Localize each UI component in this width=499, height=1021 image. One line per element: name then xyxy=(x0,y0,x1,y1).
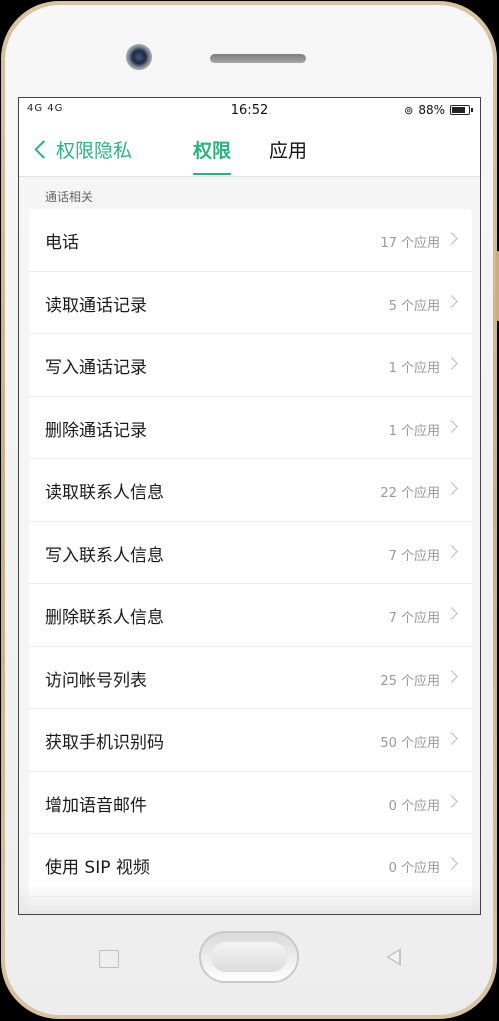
permission-name: 电话 xyxy=(45,233,79,253)
permission-row[interactable]: 删除通话记录 1 个应用 xyxy=(29,397,472,459)
tab-permissions[interactable]: 权限 xyxy=(193,136,232,175)
permission-name: 删除联系人信息 xyxy=(45,608,164,628)
chevron-right-icon xyxy=(445,794,458,808)
permission-name: 获取手机识别码 xyxy=(45,733,164,753)
app-count: 22 个应用 xyxy=(380,486,440,501)
back-button[interactable]: 权限隐私 xyxy=(33,136,132,163)
permission-name: 写入通话记录 xyxy=(45,358,147,378)
permission-row[interactable]: 写入通话记录 1 个应用 xyxy=(29,334,472,397)
permission-row[interactable]: 访问帐号列表 25 个应用 xyxy=(29,647,472,709)
home-button-face xyxy=(211,942,287,972)
battery-fill xyxy=(452,107,466,113)
app-count: 1 个应用 xyxy=(388,361,440,376)
chevron-right-icon xyxy=(445,669,458,683)
tab-label: 权限 xyxy=(193,140,232,162)
permission-name: 增加语音邮件 xyxy=(45,795,147,816)
app-count: 17 个应用 xyxy=(380,236,440,251)
status-bar: 4G 4G 16:52 ⊚ 88% xyxy=(19,98,480,124)
permission-row[interactable]: 电话 17 个应用 xyxy=(29,209,472,272)
app-count: 7 个应用 xyxy=(388,548,440,564)
permission-name: 读取联系人信息 xyxy=(45,483,164,503)
chevron-right-icon xyxy=(445,482,458,495)
app-count: 1 个应用 xyxy=(388,423,440,439)
permission-name: 使用 SIP 视频 xyxy=(45,858,150,878)
chevron-right-icon xyxy=(445,732,458,745)
permission-row[interactable]: 读取通话记录 5 个应用 xyxy=(29,272,472,334)
permission-row[interactable]: 增加语音邮件 0 个应用 xyxy=(29,772,472,834)
chevron-right-icon xyxy=(445,857,458,870)
back-nav-icon-inner xyxy=(389,951,399,963)
home-button[interactable] xyxy=(199,931,299,983)
screen: 4G 4G 16:52 ⊚ 88% 权限隐私 权限 应用 通话相关 电话 17 个… xyxy=(18,97,481,915)
permission-name: 写入联系人信息 xyxy=(45,545,164,566)
permission-row[interactable]: 写入联系人信息 7 个应用 xyxy=(29,522,472,584)
active-tab-indicator xyxy=(193,173,232,175)
rotation-lock-icon: ⊚ xyxy=(404,103,414,117)
front-camera xyxy=(126,44,152,70)
chevron-right-icon xyxy=(445,232,458,245)
recent-apps-button[interactable] xyxy=(99,950,119,968)
permission-row[interactable]: 获取手机识别码 50 个应用 xyxy=(29,709,472,772)
chevron-right-icon xyxy=(445,419,458,433)
permission-list: 电话 17 个应用 读取通话记录 5 个应用 写入通话记录 1 个应用 删除通话记录 1 个应… xyxy=(29,209,472,914)
app-count: 5 个应用 xyxy=(388,298,440,314)
chevron-right-icon xyxy=(445,607,458,620)
section-header: 通话相关 xyxy=(45,190,94,204)
battery-icon xyxy=(450,105,473,115)
battery-percent: 88% xyxy=(418,103,445,117)
earpiece-speaker xyxy=(210,54,306,63)
app-count: 50 个应用 xyxy=(380,736,440,751)
permission-row[interactable]: 删除联系人信息 7 个应用 xyxy=(29,584,472,647)
tab-apps[interactable]: 应用 xyxy=(269,136,307,163)
tab-label: 应用 xyxy=(269,140,308,162)
permission-name: 访问帐号列表 xyxy=(45,670,147,691)
scroll-fade xyxy=(19,884,480,914)
permission-row[interactable]: 读取联系人信息 22 个应用 xyxy=(29,459,472,522)
app-count: 7 个应用 xyxy=(388,611,440,626)
chevron-right-icon xyxy=(445,294,458,308)
status-right: ⊚ 88% xyxy=(404,103,473,117)
app-count: 0 个应用 xyxy=(388,861,440,876)
chevron-right-icon xyxy=(445,357,458,370)
app-count: 25 个应用 xyxy=(380,673,440,689)
app-count: 0 个应用 xyxy=(388,798,440,814)
back-label: 权限隐私 xyxy=(56,140,133,162)
permission-name: 删除通话记录 xyxy=(45,420,147,441)
navigation-bar: 权限隐私 权限 应用 xyxy=(19,124,480,177)
chevron-left-icon xyxy=(34,140,53,159)
chevron-right-icon xyxy=(445,544,458,558)
permission-name: 读取通话记录 xyxy=(45,295,147,316)
